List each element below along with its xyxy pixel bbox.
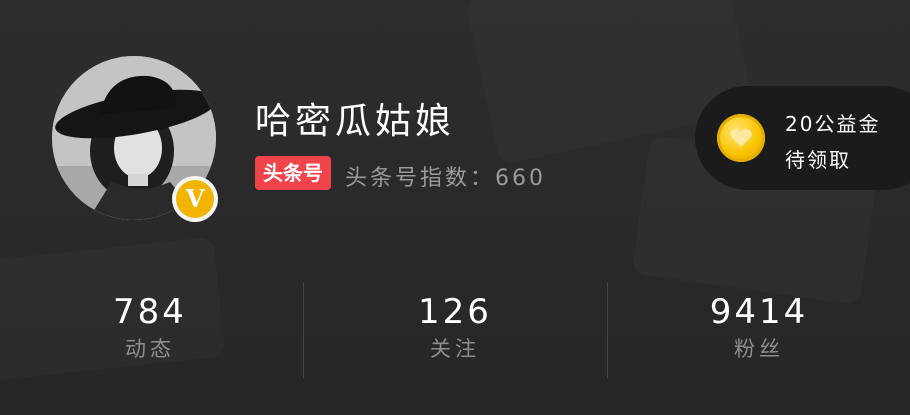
stat-label: 粉丝 xyxy=(734,337,784,361)
charity-status: 待领取 xyxy=(785,148,851,172)
stat-label: 关注 xyxy=(430,337,480,361)
nickname: 哈密瓜姑娘 xyxy=(255,101,456,142)
divider xyxy=(303,282,304,378)
charity-fund-button[interactable]: 20公益金 待领取 xyxy=(695,86,910,190)
charity-amount: 20公益金 xyxy=(785,112,881,136)
stat-following[interactable]: 126 关注 xyxy=(355,292,555,364)
account-index: 头条号指数：660 xyxy=(345,166,546,191)
verified-v-icon: V xyxy=(176,180,214,218)
heart-coin-icon xyxy=(717,114,765,162)
divider xyxy=(607,282,608,378)
stat-label: 动态 xyxy=(125,337,175,361)
stat-value: 9414 xyxy=(709,292,809,332)
stat-value: 126 xyxy=(418,292,492,332)
stat-followers[interactable]: 9414 粉丝 xyxy=(659,292,859,364)
stat-posts[interactable]: 784 动态 xyxy=(50,292,250,364)
profile-header: V 哈密瓜姑娘 头条号 头条号指数：660 20公益金 待领取 784 动态 1… xyxy=(0,0,910,415)
verified-badge: V xyxy=(172,176,218,222)
stat-value: 784 xyxy=(113,292,187,332)
toutiao-account-tag[interactable]: 头条号 xyxy=(255,156,331,190)
